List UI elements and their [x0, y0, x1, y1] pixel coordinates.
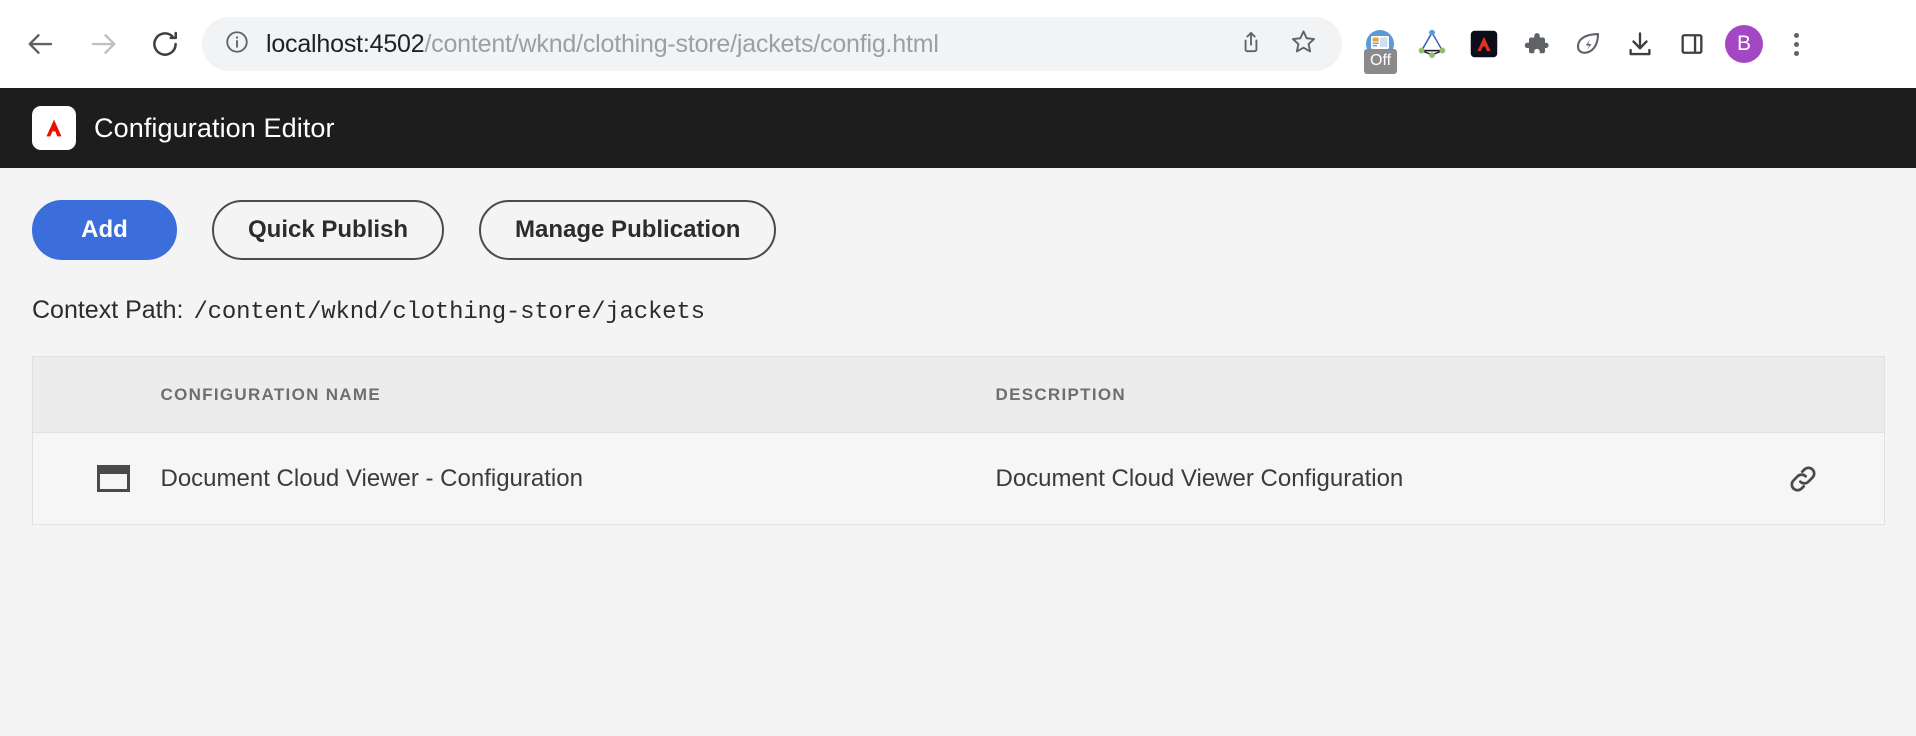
- table-header: CONFIGURATION NAME DESCRIPTION: [33, 357, 1885, 433]
- adobe-experience-cloud-extension-icon[interactable]: [1460, 20, 1508, 68]
- back-button[interactable]: [18, 21, 64, 67]
- chrome-menu-button[interactable]: [1772, 20, 1820, 68]
- table-header-row: CONFIGURATION NAME DESCRIPTION: [33, 357, 1885, 433]
- page-title: Configuration Editor: [94, 113, 335, 144]
- reload-icon: [150, 29, 180, 59]
- site-info-icon[interactable]: [224, 29, 250, 60]
- app-header: Configuration Editor: [0, 88, 1916, 168]
- url-text: localhost:4502/content/wknd/clothing-sto…: [266, 30, 1220, 59]
- leaf-performance-icon[interactable]: [1564, 20, 1612, 68]
- column-header-actions: [1786, 357, 1885, 433]
- star-outline-icon: [1290, 28, 1317, 60]
- action-toolbar: Add Quick Publish Manage Publication: [32, 168, 1884, 260]
- config-folder-icon[interactable]: [33, 465, 161, 492]
- kebab-menu-icon: [1794, 33, 1799, 56]
- back-arrow-icon: [26, 29, 56, 59]
- browser-nav-group: [18, 21, 188, 67]
- address-bar[interactable]: localhost:4502/content/wknd/clothing-sto…: [202, 17, 1342, 71]
- url-path: /content/wknd/clothing-store/jackets/con…: [424, 30, 938, 58]
- page-content: Add Quick Publish Manage Publication Con…: [0, 168, 1916, 736]
- context-path-value: /content/wknd/clothing-store/jackets: [193, 299, 704, 326]
- forward-arrow-icon: [88, 29, 118, 59]
- row-action-cell: [1786, 433, 1885, 525]
- graphql-extension-icon[interactable]: [1408, 20, 1456, 68]
- avatar: B: [1725, 25, 1763, 63]
- forward-button[interactable]: [80, 21, 126, 67]
- extension-off-badge: Off: [1364, 49, 1397, 74]
- screen-capture-extension-icon[interactable]: Off: [1356, 20, 1404, 68]
- config-folder-glyph: [97, 465, 130, 492]
- side-panel-icon[interactable]: [1668, 20, 1716, 68]
- add-button[interactable]: Add: [32, 200, 177, 260]
- row-description: Document Cloud Viewer Configuration: [996, 433, 1786, 525]
- downloads-icon[interactable]: [1616, 20, 1664, 68]
- profile-avatar[interactable]: B: [1720, 20, 1768, 68]
- share-button[interactable]: [1230, 23, 1272, 65]
- browser-toolbar: localhost:4502/content/wknd/clothing-sto…: [0, 0, 1916, 88]
- bookmark-button[interactable]: [1282, 23, 1324, 65]
- row-configuration-name[interactable]: Document Cloud Viewer - Configuration: [161, 433, 996, 525]
- adobe-logo-icon[interactable]: [32, 106, 76, 150]
- manage-publication-button[interactable]: Manage Publication: [479, 200, 776, 260]
- extensions-puzzle-icon[interactable]: [1512, 20, 1560, 68]
- row-icon-cell: [33, 433, 161, 525]
- url-host: localhost:4502: [266, 30, 424, 58]
- column-header-configuration-name: CONFIGURATION NAME: [161, 357, 996, 433]
- column-header-description: DESCRIPTION: [996, 357, 1786, 433]
- table-row[interactable]: Document Cloud Viewer - Configuration Do…: [33, 433, 1885, 525]
- context-path-label: Context Path:: [32, 296, 183, 325]
- table-body: Document Cloud Viewer - Configuration Do…: [33, 433, 1885, 525]
- extension-tray: Off: [1356, 20, 1820, 68]
- context-path: Context Path: /content/wknd/clothing-sto…: [32, 296, 1884, 326]
- column-header-select: [33, 357, 161, 433]
- quick-publish-button[interactable]: Quick Publish: [212, 200, 444, 260]
- share-icon: [1238, 29, 1264, 60]
- configurations-table: CONFIGURATION NAME DESCRIPTION Document …: [32, 356, 1885, 525]
- link-chain-icon[interactable]: [1786, 462, 1885, 496]
- reload-button[interactable]: [142, 21, 188, 67]
